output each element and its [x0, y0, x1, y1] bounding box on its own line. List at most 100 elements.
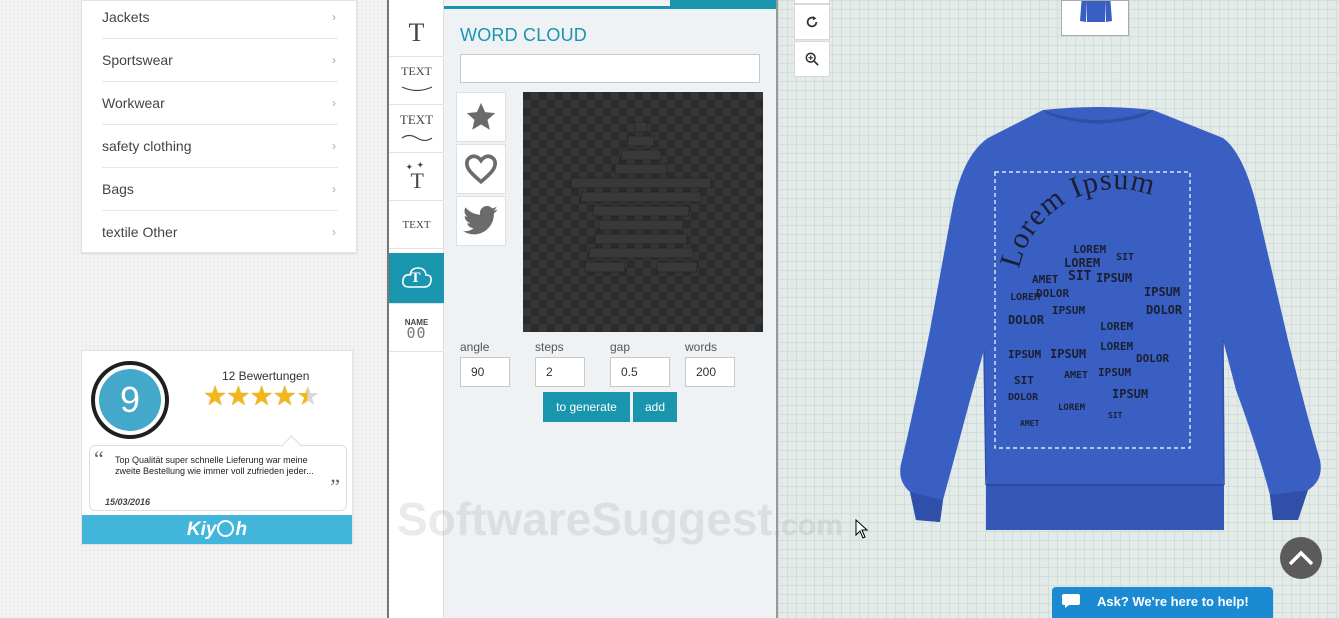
category-item-workwear[interactable]: Workwear › [102, 82, 338, 125]
sparkle-text-icon: ✦ ✦ T [402, 160, 432, 193]
cloud-word: IPSUM [1050, 347, 1086, 361]
steps-input[interactable] [535, 357, 585, 387]
word-cloud-preview [523, 92, 763, 332]
cloud-word: IPSUM [1144, 285, 1180, 299]
review-date: 15/03/2016 [105, 497, 151, 507]
star-icon: ★ [203, 381, 227, 411]
category-item-safety-clothing[interactable]: safety clothing › [102, 125, 338, 168]
heart-icon [464, 154, 498, 185]
effects-text-glyph: T [410, 167, 424, 193]
wave-underline [401, 134, 432, 141]
text-tool-column: T TEXT TEXT ✦ ✦ T TEXT T NAME 00 [389, 0, 444, 618]
category-item-sportswear[interactable]: Sportswear › [102, 39, 338, 82]
word-cloud-text-input[interactable] [460, 54, 760, 83]
panel-title: WORD CLOUD [460, 25, 587, 45]
chevron-right-icon: › [332, 182, 336, 196]
chevron-right-icon: › [332, 10, 336, 24]
category-item-bags[interactable]: Bags › [102, 168, 338, 211]
cloud-word: LOREM [1064, 256, 1100, 270]
cloud-word: AMET [1020, 419, 1039, 428]
category-item-textile-other[interactable]: textile Other › [102, 211, 338, 254]
cloud-word: AMET [1032, 273, 1059, 286]
kiyoh-logo-suffix: h [235, 519, 248, 540]
category-label: Workwear [102, 95, 165, 111]
rotate-icon [806, 15, 818, 28]
tool-small-text[interactable]: TEXT [389, 201, 444, 249]
cloud-word: IPSUM [1096, 271, 1132, 285]
score-value: 9 [99, 369, 161, 431]
cloud-word: DOLOR [1136, 352, 1169, 365]
param-gap-label: gap [610, 340, 631, 354]
chevron-right-icon: › [332, 139, 336, 153]
chat-bubble-icon [1062, 594, 1080, 608]
tool-text[interactable]: T [389, 9, 444, 57]
kiyoh-logo[interactable]: Kiy h [82, 515, 352, 544]
review-widget[interactable]: 9 12 Bewertungen ★★★★★ “ Top Qualität su… [81, 350, 353, 545]
score-badge: 9 [91, 361, 169, 439]
chat-help-button[interactable]: Ask? We're here to help! [1052, 587, 1273, 618]
zoom-button[interactable] [794, 41, 830, 77]
tool-effects-text[interactable]: ✦ ✦ T [389, 153, 444, 201]
tab-active-indicator[interactable] [670, 0, 776, 9]
tool-curved-text[interactable]: TEXT [389, 57, 444, 105]
number-glyph: 00 [406, 323, 427, 342]
arc-underline [401, 86, 432, 92]
add-button[interactable]: add [633, 392, 677, 422]
kiyoh-logo-text: Kiy [186, 519, 217, 540]
cloud-word: SIT [1014, 374, 1034, 387]
cloud-word: AMET [1064, 370, 1088, 381]
quote-close-icon: ” [330, 474, 340, 499]
chevron-right-icon: › [332, 96, 336, 110]
chevron-right-icon: › [332, 53, 336, 67]
category-label: Bags [102, 181, 134, 197]
cloud-word: IPSUM [1112, 387, 1148, 401]
tool-name-number[interactable]: NAME 00 [389, 304, 444, 352]
twitter-icon [463, 206, 498, 235]
cloud-word: IPSUM [1008, 348, 1041, 361]
star-icon: ★ [249, 381, 273, 411]
wave-text-glyph: TEXT [399, 111, 434, 127]
star-rating: ★★★★★ [203, 381, 320, 411]
cloud-word: IPSUM [1052, 304, 1085, 317]
words-input[interactable] [685, 357, 735, 387]
shape-twitter-button[interactable] [456, 196, 506, 246]
rotate-button[interactable] [794, 4, 830, 40]
cloud-word: SIT [1108, 411, 1123, 420]
category-label: safety clothing [102, 138, 192, 154]
chevron-right-icon: › [332, 225, 336, 239]
cloud-word: DOLOR [1036, 287, 1069, 300]
name-number-icon: NAME 00 [405, 317, 429, 342]
category-label: Jackets [102, 9, 150, 25]
gap-input[interactable] [610, 357, 670, 387]
cloud-word: LOREM [1073, 243, 1106, 256]
cloud-word: LOREM [1058, 403, 1086, 413]
star-icon: ★ [226, 381, 250, 411]
curved-text-icon: TEXT [401, 64, 433, 97]
sweater-thumbnail-icon [1080, 1, 1112, 22]
star-icon: ★ [272, 381, 297, 411]
star-icon [466, 102, 496, 130]
zoom-in-icon [805, 52, 819, 66]
curved-text-glyph: TEXT [401, 64, 432, 78]
half-star-icon: ★ [295, 381, 320, 411]
cloud-word: LOREM [1100, 320, 1133, 333]
angle-input[interactable] [460, 357, 510, 387]
tool-wave-text[interactable]: TEXT [389, 105, 444, 153]
param-words-label: words [685, 340, 718, 354]
small-text-icon: TEXT [402, 218, 431, 231]
scroll-to-top-button[interactable] [1280, 537, 1322, 579]
tool-word-cloud[interactable]: T [389, 253, 444, 304]
generate-button[interactable]: to generate [543, 392, 630, 422]
chevron-up-icon [1288, 550, 1314, 566]
quote-open-icon: “ [94, 446, 104, 471]
cloud-word: DOLOR [1146, 303, 1183, 317]
cloud-word: LOREM [1100, 340, 1133, 353]
kiyoh-logo-o-icon [217, 520, 235, 537]
shape-heart-button[interactable] [456, 144, 506, 194]
product-thumbnail[interactable] [1061, 0, 1129, 36]
shape-star-button[interactable] [456, 92, 506, 142]
category-item-jackets[interactable]: Jackets › [102, 0, 338, 39]
word-cloud-panel: WORD CLOUD angle steps gap words to gene… [444, 9, 775, 618]
cloud-word: DOLOR [1008, 313, 1045, 327]
cloud-word: SIT [1116, 252, 1134, 263]
